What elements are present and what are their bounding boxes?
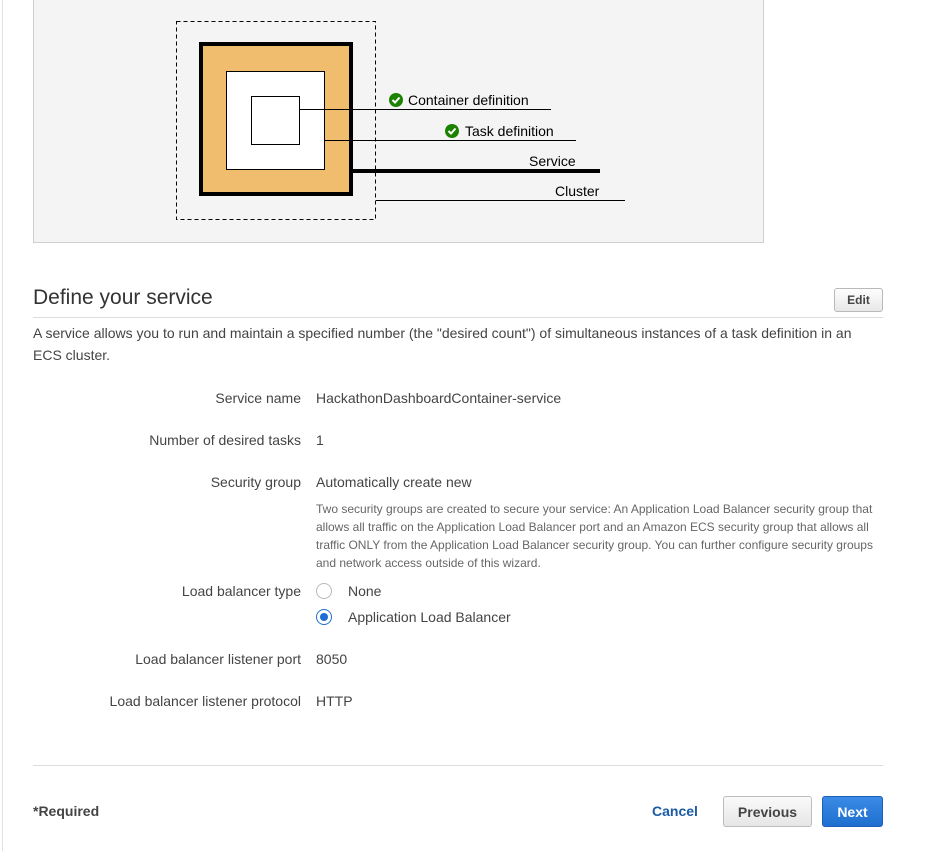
diagram-illustration: Container definition Task definition Ser… (176, 21, 625, 220)
required-note: *Required (33, 803, 100, 819)
security-group-value: Automatically create new (316, 474, 472, 490)
section-title: Define your service (33, 286, 213, 309)
next-button[interactable]: Next (822, 796, 883, 827)
load-balancer-none-label[interactable]: None (348, 583, 381, 599)
section-description: A service allows you to run and maintain… (33, 325, 852, 363)
service-name-label: Service name (215, 390, 301, 406)
footer-divider (33, 765, 883, 766)
cancel-button[interactable]: Cancel (652, 803, 698, 819)
edit-button[interactable]: Edit (834, 288, 883, 312)
listener-protocol-label: Load balancer listener protocol (109, 693, 301, 709)
container-check-icon (389, 93, 403, 107)
application-load-balancer-radio[interactable] (316, 609, 332, 625)
cluster-label: Cluster (555, 183, 600, 199)
section-divider (33, 317, 883, 318)
desired-tasks-value: 1 (316, 432, 324, 448)
application-load-balancer-label[interactable]: Application Load Balancer (348, 609, 511, 625)
listener-port-value: 8050 (316, 651, 348, 667)
load-balancer-type-label: Load balancer type (181, 583, 301, 599)
task-definition-label: Task definition (465, 123, 554, 139)
container-definition-label: Container definition (408, 92, 529, 108)
page-left-border (2, 0, 3, 851)
service-name-value: HackathonDashboardContainer-service (316, 390, 562, 406)
listener-port-label: Load balancer listener port (135, 651, 301, 667)
security-group-label: Security group (210, 474, 301, 490)
task-check-icon (445, 124, 459, 138)
ecs-objects-diagram: Container definition Task definition Ser… (33, 0, 764, 243)
service-label: Service (529, 153, 576, 169)
previous-button[interactable]: Previous (723, 796, 812, 827)
load-balancer-none-radio[interactable] (316, 583, 332, 599)
security-group-help: Two security groups are created to secur… (316, 502, 873, 570)
container-definition-box (251, 96, 300, 145)
listener-protocol-value: HTTP (316, 693, 353, 709)
desired-tasks-label: Number of desired tasks (149, 432, 301, 448)
